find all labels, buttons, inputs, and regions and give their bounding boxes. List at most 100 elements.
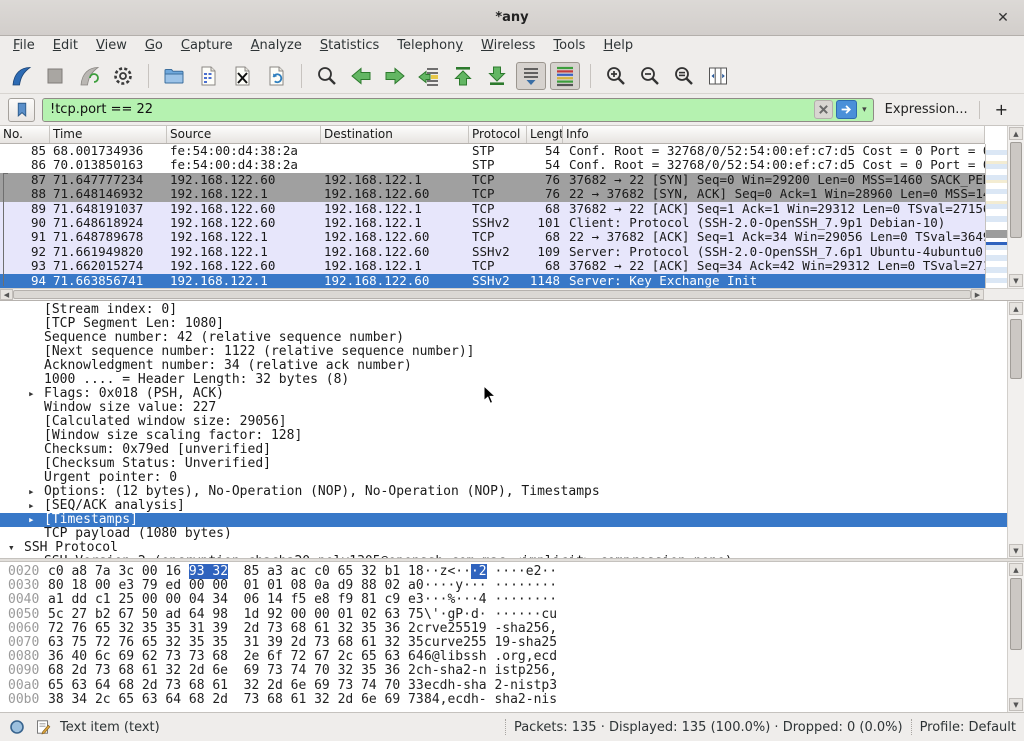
hex-ascii[interactable]: \'·gP·d· ······cu bbox=[424, 608, 557, 622]
column-header-info[interactable]: Info bbox=[563, 126, 985, 143]
add-filter-button[interactable]: + bbox=[987, 100, 1016, 119]
packet-row-92[interactable]: 9271.661949820192.168.122.1192.168.122.6… bbox=[0, 245, 985, 259]
detail-line[interactable]: TCP payload (1080 bytes) bbox=[0, 527, 1007, 541]
colorize-button[interactable] bbox=[550, 62, 580, 90]
scroll-down-arrow[interactable]: ▼ bbox=[1009, 698, 1023, 711]
close-file-button[interactable] bbox=[227, 62, 257, 90]
go-first-button[interactable] bbox=[448, 62, 478, 90]
packet-row-85[interactable]: 8568.001734936fe:54:00:d4:38:2aSTP54Conf… bbox=[0, 144, 985, 158]
hex-bytes[interactable]: 72 76 65 32 35 35 31 39 2d 73 68 61 32 3… bbox=[48, 622, 424, 636]
detail-line[interactable]: [TCP Segment Len: 1080] bbox=[0, 317, 1007, 331]
scroll-left-arrow[interactable]: ◀ bbox=[0, 289, 13, 300]
menu-file[interactable]: File bbox=[4, 36, 44, 58]
expand-closed-icon[interactable]: ▸ bbox=[28, 387, 35, 401]
hex-ascii[interactable]: ···%···4 ········ bbox=[424, 593, 557, 607]
find-packet-button[interactable] bbox=[312, 62, 342, 90]
details-vscrollbar[interactable]: ▲ ▼ bbox=[1007, 301, 1024, 558]
detail-line[interactable]: ▸Flags: 0x018 (PSH, ACK) bbox=[0, 387, 1007, 401]
resize-columns-button[interactable] bbox=[703, 62, 733, 90]
zoom-in-button[interactable] bbox=[601, 62, 631, 90]
hex-bytes[interactable]: 38 34 2c 65 63 64 68 2d 73 68 61 32 2d 6… bbox=[48, 693, 424, 707]
hex-ascii[interactable]: rve25519 -sha256, bbox=[424, 622, 557, 636]
scroll-up-arrow[interactable]: ▲ bbox=[1009, 127, 1023, 140]
zoom-out-button[interactable] bbox=[635, 62, 665, 90]
hex-ascii[interactable]: ····y··· ········ bbox=[424, 579, 557, 593]
expand-closed-icon[interactable]: ▸ bbox=[28, 485, 35, 499]
detail-line[interactable]: [Next sequence number: 1122 (relative se… bbox=[0, 345, 1007, 359]
hex-row-00a0[interactable]: 00a065 63 64 68 2d 73 68 61 32 2d 6e 69 … bbox=[0, 679, 1007, 693]
zoom-100-button[interactable] bbox=[669, 62, 699, 90]
detail-line[interactable]: ▾SSH Protocol bbox=[0, 541, 1007, 555]
save-file-button[interactable] bbox=[193, 62, 223, 90]
hex-bytes[interactable]: 5c 27 b2 67 50 ad 64 98 1d 92 00 00 01 0… bbox=[48, 608, 424, 622]
close-window-button[interactable]: ✕ bbox=[994, 9, 1012, 27]
hex-bytes[interactable]: 36 40 6c 69 62 73 73 68 2e 6f 72 67 2c 6… bbox=[48, 650, 424, 664]
column-header-no[interactable]: No. bbox=[0, 126, 50, 143]
filter-history-caret[interactable]: ▾ bbox=[859, 105, 870, 115]
detail-line[interactable]: ▸[Timestamps] bbox=[0, 513, 1007, 527]
scroll-right-arrow[interactable]: ▶ bbox=[971, 289, 984, 300]
expression-button[interactable]: Expression... bbox=[881, 102, 972, 117]
stop-capture-button[interactable] bbox=[40, 62, 70, 90]
go-last-button[interactable] bbox=[482, 62, 512, 90]
expert-info-button[interactable] bbox=[8, 718, 26, 736]
detail-line[interactable]: [Window size scaling factor: 128] bbox=[0, 429, 1007, 443]
hex-row-0050[interactable]: 00505c 27 b2 67 50 ad 64 98 1d 92 00 00 … bbox=[0, 608, 1007, 622]
menu-statistics[interactable]: Statistics bbox=[311, 36, 388, 58]
hex-row-00b0[interactable]: 00b038 34 2c 65 63 64 68 2d 73 68 61 32 … bbox=[0, 693, 1007, 707]
scroll-up-arrow[interactable]: ▲ bbox=[1009, 563, 1023, 576]
detail-line[interactable]: Checksum: 0x79ed [unverified] bbox=[0, 443, 1007, 457]
hex-bytes[interactable]: 68 2d 73 68 61 32 2d 6e 69 73 74 70 32 3… bbox=[48, 664, 424, 678]
filter-apply-button[interactable] bbox=[836, 100, 857, 119]
auto-scroll-button[interactable] bbox=[516, 62, 546, 90]
detail-line[interactable]: [Stream index: 0] bbox=[0, 303, 1007, 317]
hex-row-0060[interactable]: 006072 76 65 32 35 35 31 39 2d 73 68 61 … bbox=[0, 622, 1007, 636]
menu-telephony[interactable]: Telephony bbox=[388, 36, 472, 58]
capture-options-button[interactable] bbox=[108, 62, 138, 90]
detail-line[interactable]: Window size value: 227 bbox=[0, 401, 1007, 415]
reload-file-button[interactable] bbox=[261, 62, 291, 90]
packet-row-94[interactable]: 9471.663856741192.168.122.1192.168.122.6… bbox=[0, 274, 985, 288]
hex-bytes[interactable]: 63 75 72 76 65 32 35 35 31 39 2d 73 68 6… bbox=[48, 636, 424, 650]
detail-line[interactable]: [Checksum Status: Unverified] bbox=[0, 457, 1007, 471]
hex-bytes[interactable]: c0 a8 7a 3c 00 16 93 32 85 a3 ac c0 65 3… bbox=[48, 565, 424, 579]
hex-bytes[interactable]: 80 18 00 e3 79 ed 00 00 01 01 08 0a d9 8… bbox=[48, 579, 424, 593]
display-filter-input[interactable] bbox=[43, 99, 814, 121]
hex-ascii[interactable]: ecdh-sha 2-nistp3 bbox=[424, 679, 557, 693]
hex-row-0030[interactable]: 003080 18 00 e3 79 ed 00 00 01 01 08 0a … bbox=[0, 579, 1007, 593]
packet-list-hscrollbar[interactable]: ◀ ▶ bbox=[0, 288, 984, 300]
hex-ascii[interactable]: curve255 19-sha25 bbox=[424, 636, 557, 650]
go-forward-button[interactable] bbox=[380, 62, 410, 90]
menu-capture[interactable]: Capture bbox=[172, 36, 242, 58]
go-back-button[interactable] bbox=[346, 62, 376, 90]
scroll-down-arrow[interactable]: ▼ bbox=[1009, 544, 1023, 557]
detail-line[interactable]: Acknowledgment number: 34 (relative ack … bbox=[0, 359, 1007, 373]
packet-row-91[interactable]: 9171.648789678192.168.122.1192.168.122.6… bbox=[0, 230, 985, 244]
open-file-button[interactable] bbox=[159, 62, 189, 90]
hex-ascii[interactable]: 84,ecdh- sha2-nis bbox=[424, 693, 557, 707]
column-header-destination[interactable]: Destination bbox=[321, 126, 469, 143]
menu-analyze[interactable]: Analyze bbox=[242, 36, 311, 58]
hex-row-0040[interactable]: 0040a1 dd c1 25 00 00 04 34 06 14 f5 e8 … bbox=[0, 593, 1007, 607]
intelligent-scrollbar-minimap[interactable] bbox=[985, 144, 1007, 288]
packet-list-vscrollbar[interactable]: ▲ ▼ bbox=[1007, 126, 1024, 288]
restart-capture-button[interactable] bbox=[74, 62, 104, 90]
detail-line[interactable]: Urgent pointer: 0 bbox=[0, 471, 1007, 485]
scroll-thumb[interactable] bbox=[1010, 142, 1022, 238]
detail-line[interactable]: ▸Options: (12 bytes), No-Operation (NOP)… bbox=[0, 485, 1007, 499]
hex-row-0020[interactable]: 0020c0 a8 7a 3c 00 16 93 32 85 a3 ac c0 … bbox=[0, 565, 1007, 579]
packet-list-header[interactable]: No.TimeSourceDestinationProtocolLengthIn… bbox=[0, 126, 985, 144]
packet-row-88[interactable]: 8871.648146932192.168.122.1192.168.122.6… bbox=[0, 187, 985, 201]
menu-view[interactable]: View bbox=[87, 36, 136, 58]
column-header-time[interactable]: Time bbox=[50, 126, 167, 143]
detail-line[interactable]: [Calculated window size: 29056] bbox=[0, 415, 1007, 429]
hex-ascii[interactable]: 6@libssh .org,ecd bbox=[424, 650, 557, 664]
packet-row-86[interactable]: 8670.013850163fe:54:00:d4:38:2aSTP54Conf… bbox=[0, 158, 985, 172]
filter-bookmark-button[interactable] bbox=[8, 98, 35, 122]
hscroll-thumb[interactable] bbox=[13, 290, 971, 299]
hex-row-0090[interactable]: 009068 2d 73 68 61 32 2d 6e 69 73 74 70 … bbox=[0, 664, 1007, 678]
profile-selector[interactable]: Profile: Default bbox=[920, 720, 1016, 735]
hex-bytes[interactable]: 65 63 64 68 2d 73 68 61 32 2d 6e 69 73 7… bbox=[48, 679, 424, 693]
column-header-protocol[interactable]: Protocol bbox=[469, 126, 527, 143]
packet-row-93[interactable]: 9371.662015274192.168.122.60192.168.122.… bbox=[0, 259, 985, 273]
